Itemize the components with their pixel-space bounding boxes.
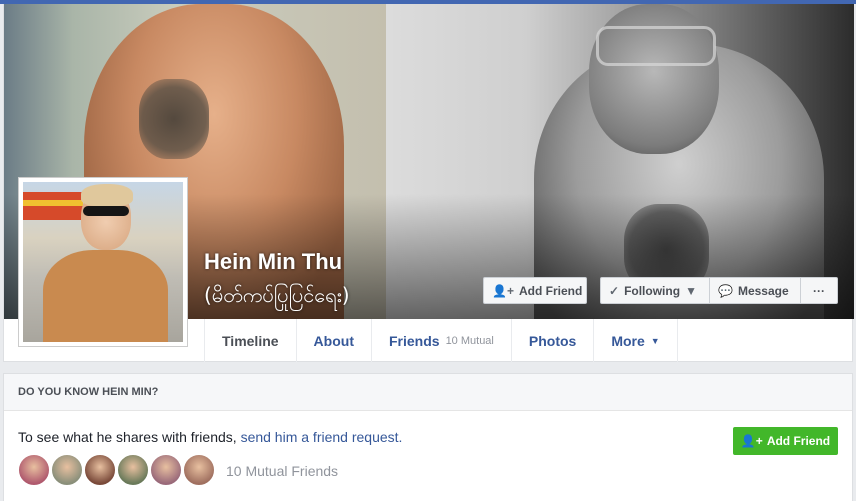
add-friend-label: Add Friend [518,283,583,298]
cover-tattoo-left [139,79,209,159]
message-button[interactable]: 💬 Message [709,277,801,304]
profile-picture[interactable] [18,177,188,347]
friend-request-prompt: To see what he shares with friends, send… [18,429,402,445]
add-friend-button[interactable]: 👤+ Add Friend [483,277,587,304]
mutual-friends-count[interactable]: 10 Mutual Friends [226,463,338,479]
mutual-friend-avatar[interactable] [117,454,149,486]
profile-name[interactable]: Hein Min Thu [204,249,342,275]
tab-friends-label: Friends [388,332,440,349]
add-friend-green-button[interactable]: 👤+ Add Friend [733,427,838,455]
tab-more[interactable]: More ▼ [594,319,678,362]
mutual-friend-avatar[interactable] [18,454,50,486]
prompt-text: To see what he shares with friends, [18,429,241,445]
do-you-know-heading: DO YOU KNOW HEIN MIN? [4,374,852,411]
chevron-down-icon: ▼ [685,283,697,298]
mutual-friend-avatar[interactable] [84,454,116,486]
mutual-friend-avatar[interactable] [150,454,182,486]
avatar-body [43,250,168,342]
send-friend-request-link[interactable]: send him a friend request. [241,429,403,445]
mutual-friend-avatar[interactable] [51,454,83,486]
avatar [23,182,183,342]
check-icon: ✓ [609,283,620,298]
tab-more-label: More [611,332,645,349]
mutual-friends-avatars [18,454,215,486]
add-friend-icon: 👤+ [740,434,763,448]
following-button[interactable]: ✓ Following ▼ [600,277,710,304]
more-options-button[interactable]: ··· [800,277,838,304]
profile-alternate-name: (မိတ်ကပ်ပြုပြင်ရေး) [204,283,350,307]
tab-friends[interactable]: Friends 10 Mutual [372,319,512,362]
avatar-hair [81,184,133,206]
tab-photos-label: Photos [528,332,577,349]
add-friend-icon: 👤+ [492,283,514,298]
tab-about-label: About [313,332,354,349]
message-label: Message [737,283,789,298]
tab-friends-badge: 10 Mutual [445,334,494,347]
profile-header: Hein Min Thu (မိတ်ကပ်ပြုပြင်ရေး) 👤+ Add … [3,4,854,362]
ellipsis-icon: ··· [813,283,825,298]
cover-glasses [596,26,716,66]
tab-timeline[interactable]: Timeline [204,319,297,362]
caret-down-icon: ▼ [650,335,660,346]
avatar-glasses [83,206,129,216]
messenger-icon: 💬 [718,283,733,298]
add-friend-green-label: Add Friend [766,434,831,448]
profile-tabs: Timeline About Friends 10 Mutual Photos … [204,319,678,362]
do-you-know-card: DO YOU KNOW HEIN MIN? To see what he sha… [3,373,853,501]
tab-photos[interactable]: Photos [512,319,595,362]
mutual-friend-avatar[interactable] [183,454,215,486]
following-label: Following [624,283,681,298]
tab-timeline-label: Timeline [222,332,279,349]
avatar-background-stripe [23,200,83,206]
tab-about[interactable]: About [297,319,372,362]
avatar-background-sign [23,192,83,220]
